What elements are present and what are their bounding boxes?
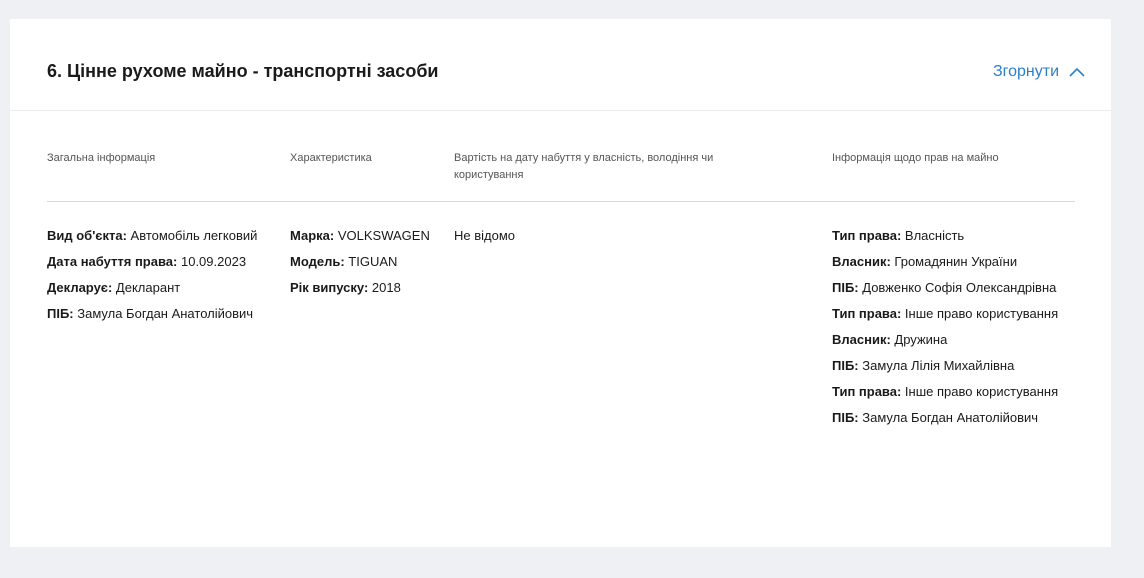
rights-item: ПІБ: Довженко Софія Олександрівна (832, 280, 1057, 295)
cost-column: Не відомо (454, 226, 784, 252)
collapse-button[interactable]: Згорнути (993, 63, 1085, 81)
header-divider (47, 201, 1075, 202)
characteristics-column: Марка: VOLKSWAGEN Модель: TIGUAN Рік вип… (290, 226, 440, 304)
rights-column: Тип права: Власність Власник: Громадянин… (832, 226, 1087, 434)
column-header-general-info: Загальна інформація (47, 152, 156, 164)
rights-item: ПІБ: Замула Богдан Анатолійович (832, 410, 1039, 425)
rights-item: Тип права: Інше право користування (832, 306, 1059, 321)
characteristic-item: Рік випуску: 2018 (290, 280, 401, 295)
vehicles-section-card: 6. Цінне рухоме майно - транспортні засо… (10, 19, 1111, 547)
rights-item: ПІБ: Замула Лілія Михайлівна (832, 358, 1015, 373)
section-header: 6. Цінне рухоме майно - транспортні засо… (10, 19, 1111, 111)
general-info-item: Декларує: Декларант (47, 280, 181, 295)
general-info-column: Вид об'єкта: Автомобіль легковий Дата на… (47, 226, 272, 330)
rights-item: Власник: Громадянин України (832, 254, 1018, 269)
characteristic-item: Модель: TIGUAN (290, 254, 398, 269)
column-header-cost: Вартість на дату набуття у власність, во… (454, 152, 714, 181)
collapse-label: Згорнути (992, 63, 1059, 80)
rights-item: Тип права: Власність (832, 228, 965, 243)
column-header-characteristics: Характеристика (290, 152, 372, 164)
general-info-item: Дата набуття права: 10.09.2023 (47, 254, 247, 269)
general-info-item: ПІБ: Замула Богдан Анатолійович (47, 306, 254, 321)
cost-value: Не відомо (454, 228, 516, 243)
rights-item: Тип права: Інше право користування (832, 384, 1059, 399)
section-title: 6. Цінне рухоме майно - транспортні засо… (47, 61, 439, 81)
chevron-up-icon (1069, 67, 1085, 77)
column-header-rights: Інформація щодо прав на майно (832, 152, 999, 164)
characteristic-item: Марка: VOLKSWAGEN (290, 228, 430, 243)
rights-item: Власник: Дружина (832, 332, 948, 347)
general-info-item: Вид об'єкта: Автомобіль легковий (47, 228, 258, 243)
